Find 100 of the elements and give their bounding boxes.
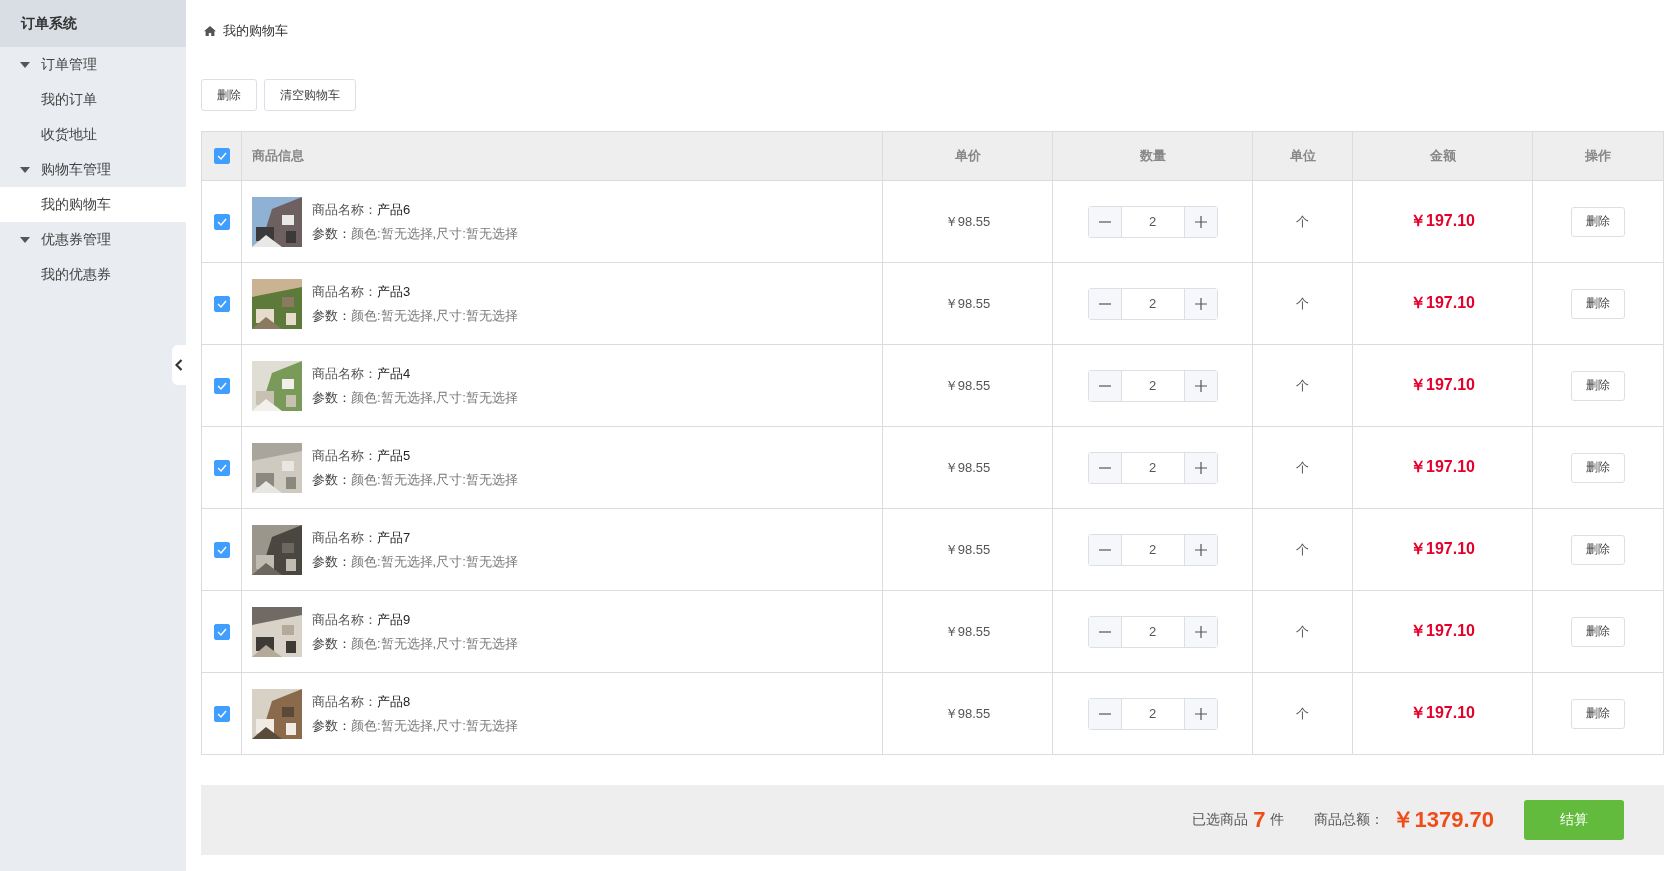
plus-button[interactable]: [1184, 370, 1217, 401]
unit-price: ￥98.55: [944, 541, 991, 557]
plus-icon: [1194, 625, 1207, 638]
minus-button[interactable]: [1088, 698, 1121, 729]
sidebar-title: 订单系统: [0, 0, 186, 47]
home-icon: [204, 26, 216, 36]
minus-button[interactable]: [1088, 534, 1121, 565]
product-name: 产品4: [377, 365, 411, 381]
product-params: 颜色:暂无选择,尺寸:暂无选择: [351, 717, 518, 733]
plus-icon: [1194, 461, 1207, 474]
minus-button[interactable]: [1088, 370, 1121, 401]
delete-button[interactable]: 删除: [1571, 288, 1625, 319]
row-checkbox[interactable]: [213, 705, 230, 722]
delete-button[interactable]: 删除: [1571, 534, 1625, 565]
product-name: 产品5: [377, 447, 411, 463]
amount: ￥197.10: [1410, 622, 1475, 639]
amount: ￥197.10: [1410, 376, 1475, 393]
name-label: 商品名称：: [312, 447, 377, 463]
unit-text: 个: [1296, 377, 1309, 393]
quantity-stepper[interactable]: 2: [1087, 615, 1218, 648]
quantity-stepper[interactable]: 2: [1087, 287, 1218, 320]
menu-group[interactable]: 购物车管理: [0, 152, 186, 187]
check-icon: [216, 217, 227, 226]
plus-button[interactable]: [1184, 698, 1217, 729]
sidebar-item[interactable]: 收货地址: [0, 117, 186, 152]
sidebar-item[interactable]: 我的购物车: [0, 187, 186, 222]
quantity-field[interactable]: 2: [1120, 288, 1185, 319]
params-label: 参数：: [312, 471, 351, 487]
quantity-field[interactable]: 2: [1120, 370, 1185, 401]
select-all-checkbox[interactable]: [213, 148, 230, 165]
minus-button[interactable]: [1088, 616, 1121, 647]
sidebar-item[interactable]: 我的订单: [0, 82, 186, 117]
quantity-field[interactable]: 2: [1120, 698, 1185, 729]
row-checkbox[interactable]: [213, 623, 230, 640]
plus-icon: [1194, 707, 1207, 720]
delete-button[interactable]: 删除: [1571, 370, 1625, 401]
params-label: 参数：: [312, 307, 351, 323]
menu-group[interactable]: 优惠券管理: [0, 222, 186, 257]
quantity-stepper[interactable]: 2: [1087, 205, 1218, 238]
caret-icon: [20, 236, 30, 243]
delete-button[interactable]: 删除: [1571, 698, 1625, 729]
product-name: 产品8: [377, 693, 411, 709]
name-label: 商品名称：: [312, 365, 377, 381]
row-checkbox[interactable]: [213, 295, 230, 312]
plus-button[interactable]: [1184, 534, 1217, 565]
name-label: 商品名称：: [312, 529, 377, 545]
plus-button[interactable]: [1184, 288, 1217, 319]
product-params: 颜色:暂无选择,尺寸:暂无选择: [351, 307, 518, 323]
row-checkbox[interactable]: [213, 541, 230, 558]
amount: ￥197.10: [1410, 212, 1475, 229]
plus-button[interactable]: [1184, 206, 1217, 237]
unit-price: ￥98.55: [944, 377, 991, 393]
unit-price: ￥98.55: [944, 459, 991, 475]
amount: ￥197.10: [1410, 458, 1475, 475]
product-name: 产品9: [377, 611, 411, 627]
unit-price: ￥98.55: [944, 623, 991, 639]
plus-button[interactable]: [1184, 452, 1217, 483]
quantity-field[interactable]: 2: [1120, 206, 1185, 237]
column-header: 商品信息: [252, 148, 304, 163]
chevron-left-icon: [175, 359, 183, 371]
toolbar-button[interactable]: 清空购物车: [264, 79, 356, 111]
delete-button[interactable]: 删除: [1571, 452, 1625, 483]
quantity-stepper[interactable]: 2: [1087, 697, 1218, 730]
product-name: 产品3: [377, 283, 411, 299]
product-params: 颜色:暂无选择,尺寸:暂无选择: [351, 553, 518, 569]
quantity-stepper[interactable]: 2: [1087, 533, 1218, 566]
minus-button[interactable]: [1088, 288, 1121, 319]
quantity-field[interactable]: 2: [1120, 534, 1185, 565]
plus-icon: [1194, 297, 1207, 310]
amount: ￥197.10: [1410, 704, 1475, 721]
delete-button[interactable]: 删除: [1571, 616, 1625, 647]
plus-icon: [1194, 379, 1207, 392]
quantity-stepper[interactable]: 2: [1087, 451, 1218, 484]
menu-group-label: 购物车管理: [41, 160, 111, 179]
quantity-stepper[interactable]: 2: [1087, 369, 1218, 402]
row-checkbox[interactable]: [213, 213, 230, 230]
check-icon: [216, 463, 227, 472]
plus-button[interactable]: [1184, 616, 1217, 647]
quantity-field[interactable]: 2: [1120, 452, 1185, 483]
delete-button[interactable]: 删除: [1571, 206, 1625, 237]
column-header: 单价: [954, 148, 981, 163]
row-checkbox[interactable]: [213, 377, 230, 394]
toolbar-button[interactable]: 删除: [201, 79, 257, 111]
unit-price: ￥98.55: [944, 295, 991, 311]
check-icon: [216, 381, 227, 390]
menu-group[interactable]: 订单管理: [0, 47, 186, 82]
minus-button[interactable]: [1088, 452, 1121, 483]
menu-group-label: 优惠券管理: [41, 230, 111, 249]
plus-icon: [1194, 543, 1207, 556]
total-label: 商品总额：: [1314, 811, 1385, 829]
params-label: 参数：: [312, 717, 351, 733]
minus-button[interactable]: [1088, 206, 1121, 237]
row-checkbox[interactable]: [213, 459, 230, 476]
breadcrumb[interactable]: 我的购物车: [223, 22, 288, 40]
collapse-button[interactable]: [172, 345, 186, 385]
sidebar-item[interactable]: 我的优惠券: [0, 257, 186, 292]
menu-group-label: 订单管理: [41, 55, 97, 74]
amount: ￥197.10: [1410, 294, 1475, 311]
quantity-field[interactable]: 2: [1120, 616, 1185, 647]
check-icon: [216, 545, 227, 554]
